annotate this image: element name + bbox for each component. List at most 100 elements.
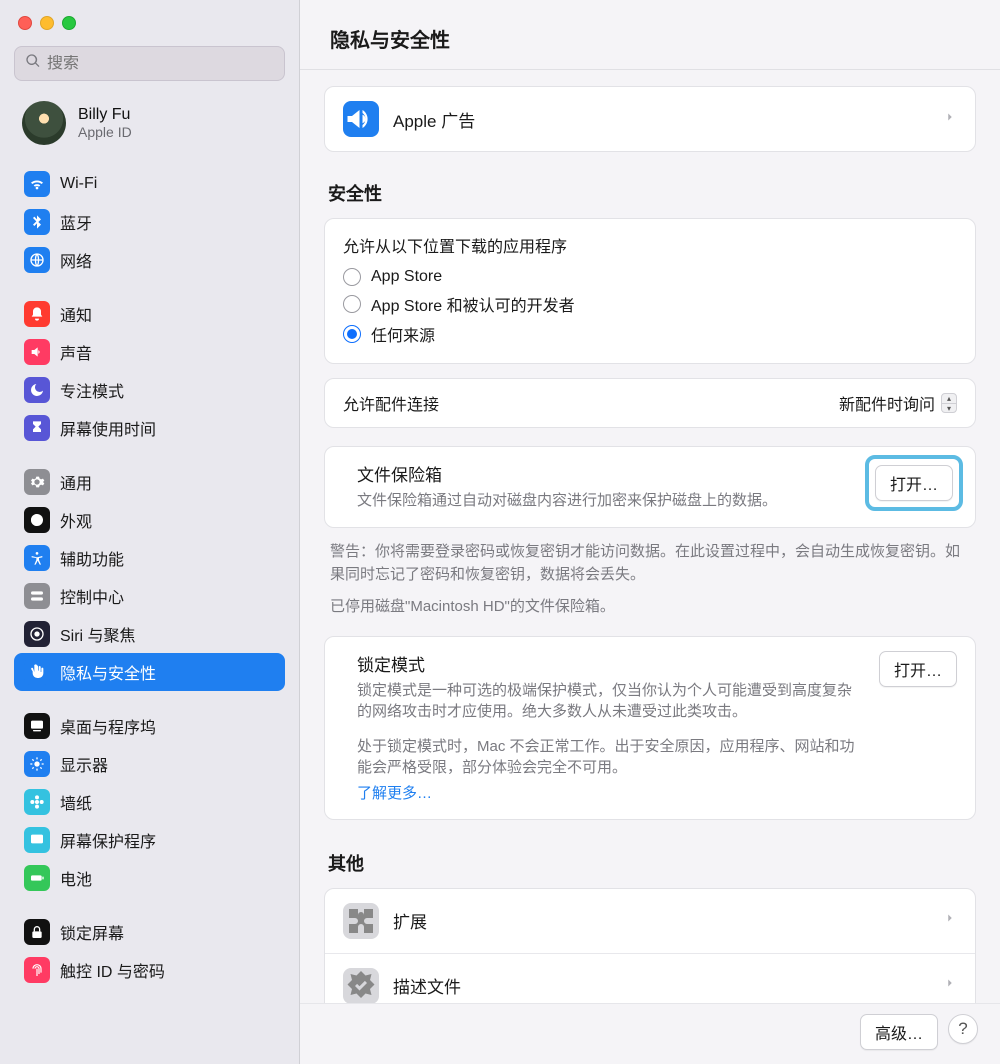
other-heading: 其他 <box>324 840 976 888</box>
siri-icon <box>24 621 50 647</box>
sidebar-item-label: 网络 <box>60 248 92 272</box>
footer-bar: 高级… ? <box>300 1003 1000 1064</box>
apple-ads-label: Apple 广告 <box>393 107 475 132</box>
filevault-desc: 文件保险箱通过自动对磁盘内容进行加密来保护磁盘上的数据。 <box>357 490 857 511</box>
account-sub: Apple ID <box>78 124 132 140</box>
lockdown-desc2: 处于锁定模式时，Mac 不会正常工作。出于安全原因，应用程序、网站和功能会严格受… <box>357 736 865 778</box>
advanced-button[interactable]: 高级… <box>860 1014 938 1050</box>
sidebar-item-appearance[interactable]: 外观 <box>14 501 285 539</box>
sidebar-item-label: 显示器 <box>60 752 108 776</box>
bell-icon <box>24 301 50 327</box>
sidebar-list: Wi-Fi 蓝牙网络通知声音专注模式屏幕使用时间通用外观辅助功能控制中心 Siri … <box>0 159 299 1064</box>
lockdown-desc1: 锁定模式是一种可选的极端保护模式，仅当你认为个人可能遭受到高度复杂的网络攻击时才… <box>357 680 865 722</box>
brightness-icon <box>24 751 50 777</box>
filevault-warning: 警告：你将需要登录密码或恢复密钥才能访问数据。在此设置过程中，会自动生成恢复密钥… <box>324 540 976 595</box>
search-icon <box>25 53 47 74</box>
sidebar-item-bell[interactable]: 通知 <box>14 295 285 333</box>
account-row[interactable]: Billy Fu Apple ID <box>0 91 299 159</box>
flower-icon <box>24 789 50 815</box>
screensaver-icon <box>24 827 50 853</box>
sidebar-item-screensaver[interactable]: 屏幕保护程序 <box>14 821 285 859</box>
lockdown-learn-more-link[interactable]: 了解更多… <box>357 782 865 803</box>
sidebar-item-brightness[interactable]: 显示器 <box>14 745 285 783</box>
profiles-label: 描述文件 <box>393 973 461 998</box>
lockdown-open-button[interactable]: 打开… <box>879 651 957 687</box>
sidebar-item-gear[interactable]: 通用 <box>14 463 285 501</box>
settings-window: Billy Fu Apple ID Wi-Fi 蓝牙网络通知声音专注模式屏幕使用时… <box>0 0 1000 1064</box>
sidebar-item-label: 屏幕使用时间 <box>60 416 156 440</box>
sidebar-item-hourglass[interactable]: 屏幕使用时间 <box>14 409 285 447</box>
switches-icon <box>24 583 50 609</box>
close-button[interactable] <box>18 16 32 30</box>
moon-icon <box>24 377 50 403</box>
bluetooth-icon <box>24 209 50 235</box>
lockdown-title: 锁定模式 <box>357 651 865 676</box>
gear-icon <box>24 469 50 495</box>
search-input[interactable] <box>47 55 274 73</box>
sidebar-item-label: 蓝牙 <box>60 210 92 234</box>
filevault-open-button[interactable]: 打开… <box>875 465 953 501</box>
account-name: Billy Fu <box>78 106 132 124</box>
sidebar-item-label: Wi-Fi <box>60 175 97 193</box>
radio-icon <box>343 325 361 343</box>
apple-ads-card: Apple 广告 <box>324 86 976 152</box>
filevault-status: 已停用磁盘"Macintosh HD"的文件保险箱。 <box>324 595 976 636</box>
allow-apps-opt-identified[interactable]: App Store 和被认可的开发者 <box>343 289 957 319</box>
sidebar-item-label: 触控 ID 与密码 <box>60 958 165 982</box>
sidebar-item-switches[interactable]: 控制中心 <box>14 577 285 615</box>
accessories-row: 允许配件连接 新配件时询问 ▴▾ <box>324 378 976 428</box>
profiles-row[interactable]: 描述文件 <box>325 953 975 1003</box>
appearance-icon <box>24 507 50 533</box>
help-button[interactable]: ? <box>948 1014 978 1044</box>
globe-icon <box>24 247 50 273</box>
sidebar-item-label: 桌面与程序坞 <box>60 714 156 738</box>
sidebar-item-sound[interactable]: 声音 <box>14 333 285 371</box>
extensions-label: 扩展 <box>393 908 427 933</box>
lock-icon <box>24 919 50 945</box>
security-heading: 安全性 <box>324 170 976 218</box>
other-card: 扩展 描述文件 <box>324 888 976 1003</box>
sidebar-item-siri[interactable]: Siri 与聚焦 <box>14 615 285 653</box>
main-panel: 隐私与安全性 Apple 广告 安全性 允许从以下位置下载的应用程序 <box>300 0 1000 1064</box>
sidebar-item-accessibility[interactable]: 辅助功能 <box>14 539 285 577</box>
sidebar-item-lock[interactable]: 锁定屏幕 <box>14 913 285 951</box>
allow-apps-opt-anywhere[interactable]: 任何来源 <box>343 319 957 349</box>
sidebar-item-label: 外观 <box>60 508 92 532</box>
chevron-right-icon <box>943 911 957 930</box>
sidebar-item-globe[interactable]: 网络 <box>14 241 285 279</box>
allow-apps-opt-appstore[interactable]: App Store <box>343 265 957 289</box>
window-controls <box>0 0 299 40</box>
extensions-row[interactable]: 扩展 <box>325 889 975 953</box>
minimize-button[interactable] <box>40 16 54 30</box>
sidebar-item-bluetooth[interactable]: 蓝牙 <box>14 203 285 241</box>
apple-ads-row[interactable]: Apple 广告 <box>325 87 975 151</box>
chevron-right-icon <box>943 110 957 129</box>
sidebar-item-label: 辅助功能 <box>60 546 124 570</box>
sidebar-item-label: 专注模式 <box>60 378 124 402</box>
sound-icon <box>24 339 50 365</box>
sidebar-item-flower[interactable]: 墙纸 <box>14 783 285 821</box>
fingerprint-icon <box>24 957 50 983</box>
sidebar-item-label: 控制中心 <box>60 584 124 608</box>
main-body[interactable]: Apple 广告 安全性 允许从以下位置下载的应用程序 App Store Ap… <box>300 70 1000 1003</box>
sidebar-item-hand[interactable]: 隐私与安全性 <box>14 653 285 691</box>
sidebar-item-wifi[interactable]: Wi-Fi <box>14 165 285 203</box>
allow-apps-card: 允许从以下位置下载的应用程序 App Store App Store 和被认可的… <box>324 218 976 364</box>
sidebar-item-fingerprint[interactable]: 触控 ID 与密码 <box>14 951 285 989</box>
accessories-label: 允许配件连接 <box>343 391 439 415</box>
fullscreen-button[interactable] <box>62 16 76 30</box>
accessibility-icon <box>24 545 50 571</box>
search-input-wrap[interactable] <box>14 46 285 81</box>
battery-icon <box>24 865 50 891</box>
filevault-open-highlight: 打开… <box>865 455 963 511</box>
sidebar-item-battery[interactable]: 电池 <box>14 859 285 897</box>
sidebar-item-label: 电池 <box>60 866 92 890</box>
accessories-select[interactable]: 新配件时询问 ▴▾ <box>839 391 957 415</box>
sidebar-item-label: 墙纸 <box>60 790 92 814</box>
sidebar-item-moon[interactable]: 专注模式 <box>14 371 285 409</box>
megaphone-icon <box>343 101 379 137</box>
filevault-card: 文件保险箱 文件保险箱通过自动对磁盘内容进行加密来保护磁盘上的数据。 打开… <box>324 446 976 528</box>
badge-icon <box>343 968 379 1003</box>
sidebar-item-label: 屏幕保护程序 <box>60 828 156 852</box>
sidebar-item-desktop[interactable]: 桌面与程序坞 <box>14 707 285 745</box>
